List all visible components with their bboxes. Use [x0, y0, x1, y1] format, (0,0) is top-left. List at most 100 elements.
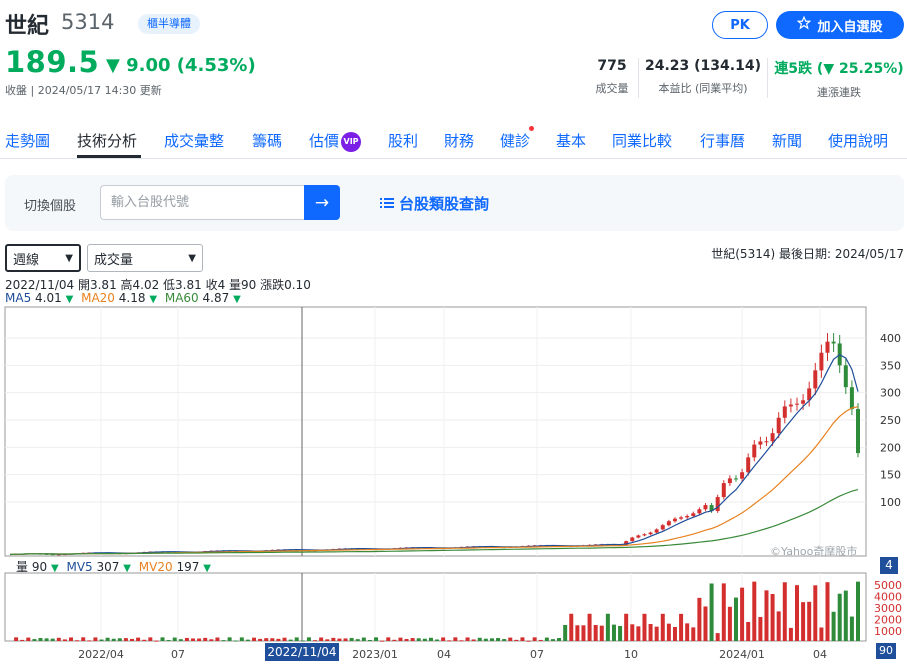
volume-bar: [398, 637, 403, 641]
price-tick-label: 100: [880, 496, 901, 509]
candle-body: [733, 478, 738, 480]
tab-news[interactable]: 新聞: [772, 130, 802, 151]
pk-button[interactable]: PK: [712, 11, 768, 39]
period-select[interactable]: 週線 ▼: [5, 244, 81, 272]
volume-bar: [276, 638, 281, 641]
candle-body: [679, 517, 684, 519]
volume-bar: [770, 593, 775, 641]
volume-bar: [624, 613, 629, 641]
volume-bar: [825, 582, 830, 641]
volume-bar: [404, 638, 409, 641]
volume-bar: [361, 637, 366, 641]
tab-peer-compare[interactable]: 同業比較: [612, 130, 672, 151]
volume-bar: [746, 621, 751, 641]
volume-bar: [727, 606, 732, 641]
go-button[interactable]: →: [304, 185, 340, 220]
candle-body: [776, 417, 781, 434]
volume-bar: [459, 640, 464, 642]
tab-valuation[interactable]: 估價 VIP: [309, 130, 362, 152]
x-tick-label: 2022/04: [78, 648, 124, 661]
price-tick-label: 400: [880, 332, 901, 345]
volume-bar: [233, 640, 238, 642]
candle-body: [642, 534, 647, 536]
cursor-date-flag: 2022/11/04: [265, 643, 339, 661]
volume-bar: [465, 637, 470, 641]
industry-badge[interactable]: 櫃半導體: [138, 14, 200, 34]
x-tick-label: 2023/01: [352, 648, 398, 661]
volume-bar: [166, 640, 171, 642]
volume-bar: [819, 627, 824, 641]
volume-bar: [392, 639, 397, 641]
candle-body: [703, 505, 708, 510]
volume-bar: [703, 606, 708, 641]
arrow-right-icon: →: [314, 192, 330, 213]
candle-body: [856, 409, 860, 454]
tab-trend[interactable]: 走勢圖: [5, 130, 50, 151]
volume-bar: [672, 627, 677, 641]
volume-bar: [807, 601, 812, 641]
volume-bar: [99, 639, 104, 641]
volume-bar: [514, 639, 519, 641]
tab-calendar[interactable]: 行事曆: [700, 130, 745, 151]
tab-financial[interactable]: 財務: [444, 130, 474, 151]
volume-bar: [520, 637, 525, 641]
volume-bar: [642, 613, 647, 641]
volume-bar: [569, 613, 574, 641]
tab-help[interactable]: 使用說明: [828, 130, 888, 151]
volume-tick-label: 2000: [874, 614, 902, 627]
stock-code-input[interactable]: [100, 185, 305, 220]
volume-bar: [32, 639, 37, 641]
price-tick-label: 250: [880, 414, 901, 427]
stock-name: 世紀: [5, 14, 50, 39]
category-query-link[interactable]: 台股類股查詢: [380, 193, 489, 214]
add-watchlist-label: 加入自選股: [817, 19, 883, 35]
switch-stock-label: 切換個股: [24, 199, 77, 214]
volume-bar: [660, 613, 665, 641]
candle-body: [788, 404, 793, 407]
volume-bar: [636, 626, 641, 641]
volume-bar: [733, 597, 738, 641]
vol-value: 90: [31, 560, 48, 574]
tab-technical[interactable]: 技術分析: [77, 130, 137, 151]
volume-bar: [184, 637, 189, 641]
volume-bar: [56, 637, 61, 641]
volume-bar: [587, 613, 592, 641]
volume-tick-label: 4000: [874, 591, 902, 604]
stat-divider: [767, 58, 768, 98]
tab-divider: [0, 158, 907, 159]
technical-chart[interactable]: 100 150 200 250 300 350 400 1000200030004000500…: [0, 300, 907, 662]
current-price: 189.5: [5, 45, 100, 79]
volume-bar: [618, 625, 623, 641]
volume-bar: [142, 639, 147, 641]
volume-bar: [758, 616, 763, 641]
volume-bar: [599, 625, 604, 641]
volume-bar: [306, 637, 311, 641]
candle-body: [813, 370, 818, 389]
volume-bar: [813, 585, 818, 641]
volume-bar: [380, 640, 385, 642]
volume-bar: [550, 639, 555, 641]
x-tick-label: 07: [171, 648, 185, 661]
tab-diagnosis[interactable]: 健診: [500, 130, 530, 151]
mv5-value: 307: [96, 560, 120, 574]
price-tick-label: 350: [880, 359, 901, 372]
tab-chips[interactable]: 籌碼: [252, 130, 282, 151]
volume-bar: [605, 613, 610, 641]
tab-trade-summary[interactable]: 成交彙整: [164, 130, 224, 151]
candle-body: [715, 497, 720, 512]
x-tick-label: 04: [813, 648, 827, 661]
volume-bar: [477, 637, 482, 641]
tab-dividend[interactable]: 股利: [388, 130, 418, 151]
add-watchlist-button[interactable]: 加入自選股: [776, 11, 904, 39]
volume-bar: [160, 637, 165, 641]
x-tick-label: 07: [530, 648, 544, 661]
indicator-select[interactable]: 成交量 ▼: [87, 244, 203, 272]
volume-bar: [93, 637, 98, 641]
price-pane: [4, 306, 867, 557]
volume-bar: [75, 640, 80, 642]
tab-basic[interactable]: 基本: [556, 130, 586, 151]
volume-bar: [26, 637, 31, 641]
volume-bar: [544, 637, 549, 641]
volume-bar: [111, 638, 116, 641]
candle-body: [849, 387, 854, 410]
